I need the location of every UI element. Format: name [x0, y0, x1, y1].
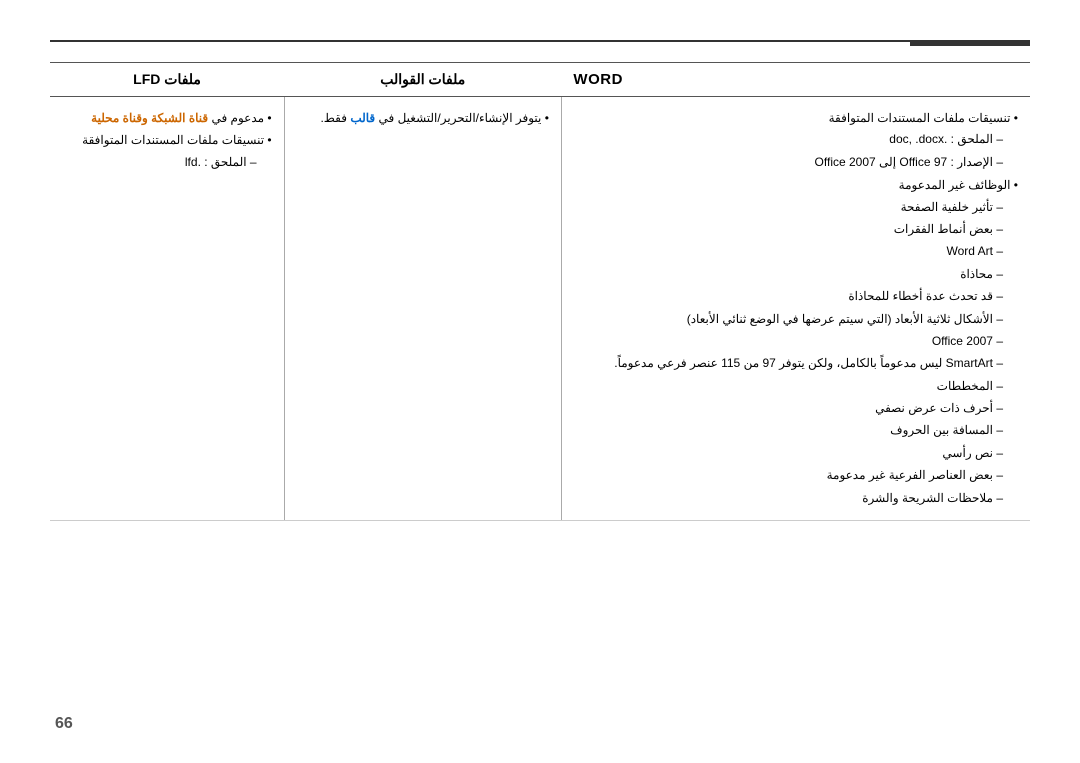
- top-border: [50, 40, 1030, 42]
- word-bullet-list: تنسيقات ملفات المستندات المتوافقة الملحق…: [574, 107, 1018, 510]
- word-sub-2-11: المسافة بين الحروف: [574, 419, 1003, 441]
- header-lfd: ملفات LFD: [50, 63, 284, 97]
- word-sublist-2: تأثير خلفية الصفحة بعض أنماط الفقرات Wor…: [574, 196, 1018, 509]
- lfd-sub-1-1: الملحق : .lfd: [62, 151, 257, 173]
- word-bullet-2: الوظائف غير المدعومة تأثير خلفية الصفحة …: [574, 174, 1018, 510]
- word-sub-2-1: تأثير خلفية الصفحة: [574, 196, 1003, 218]
- lfd-bullet-list: مدعوم في قناة الشبكة وقناة محلية تنسيقات…: [62, 107, 272, 174]
- word-sub-2-2: بعض أنماط الفقرات: [574, 218, 1003, 240]
- word-content-cell: تنسيقات ملفات المستندات المتوافقة الملحق…: [561, 97, 1030, 521]
- word-sub-2-7: Office 2007: [574, 330, 1003, 352]
- page-number: 66: [55, 715, 73, 733]
- main-table: WORD ملفات القوالب ملفات LFD تنسيقات ملف…: [50, 62, 1030, 521]
- word-sub-2-8: SmartArt ليس مدعوماً بالكامل، ولكن يتوفر…: [574, 352, 1003, 374]
- lfd-sublist-1: الملحق : .lfd: [62, 151, 272, 173]
- header-templates: ملفات القوالب: [284, 63, 561, 97]
- word-sub-2-9: المخططات: [574, 375, 1003, 397]
- top-right-accent: [910, 40, 1030, 46]
- page-container: WORD ملفات القوالب ملفات LFD تنسيقات ملف…: [0, 0, 1080, 763]
- word-sub-2-5: قد تحدث عدة أخطاء للمحاذاة: [574, 285, 1003, 307]
- word-sub-2-10: أحرف ذات عرض نصفي: [574, 397, 1003, 419]
- word-sub-1-2: الإصدار : Office 97 إلى Office 2007: [574, 151, 1003, 173]
- lfd-bullet-2: تنسيقات ملفات المستندات المتوافقة الملحق…: [62, 129, 272, 174]
- word-sub-2-6: الأشكال ثلاثية الأبعاد (التي سيتم عرضها …: [574, 308, 1003, 330]
- highlight-qalb: قالب: [350, 111, 375, 125]
- word-sub-2-4: محاذاة: [574, 263, 1003, 285]
- word-sub-2-3: Word Art: [574, 240, 1003, 262]
- word-sub-2-13: بعض العناصر الفرعية غير مدعومة: [574, 464, 1003, 486]
- templates-content-cell: يتوفر الإنشاء/التحرير/التشغيل في قالب فق…: [284, 97, 561, 521]
- header-word: WORD: [561, 63, 1030, 97]
- word-bullet-1: تنسيقات ملفات المستندات المتوافقة الملحق…: [574, 107, 1018, 174]
- highlight-network: قناة الشبكة وقناة محلية: [91, 111, 208, 125]
- lfd-bullet-1: مدعوم في قناة الشبكة وقناة محلية: [62, 107, 272, 129]
- word-sublist-1: الملحق : .doc, .docx الإصدار : Office 97…: [574, 128, 1018, 173]
- lfd-content-cell: مدعوم في قناة الشبكة وقناة محلية تنسيقات…: [50, 97, 284, 521]
- word-sub-2-12: نص رأسي: [574, 442, 1003, 464]
- word-sub-2-14: ملاحظات الشريحة والشرة: [574, 487, 1003, 509]
- templates-bullet-1: يتوفر الإنشاء/التحرير/التشغيل في قالب فق…: [297, 107, 549, 129]
- word-sub-1-1: الملحق : .doc, .docx: [574, 128, 1003, 150]
- templates-bullet-list: يتوفر الإنشاء/التحرير/التشغيل في قالب فق…: [297, 107, 549, 129]
